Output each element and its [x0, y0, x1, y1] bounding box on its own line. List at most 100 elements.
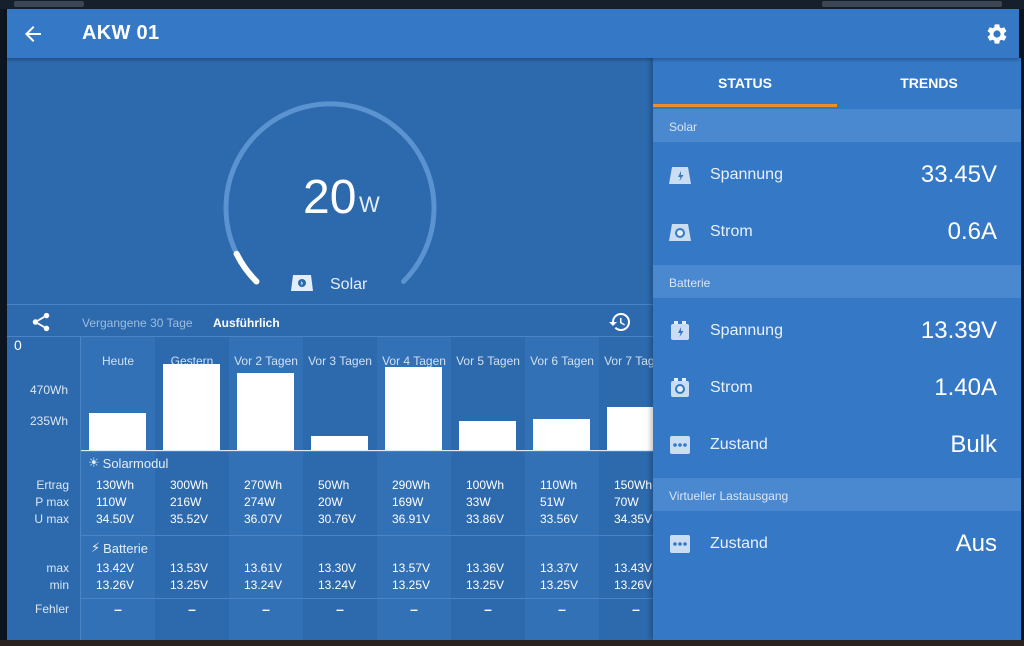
pmax-cell: 51W [540, 495, 565, 509]
row-solar-current[interactable]: Strom 0.6A [653, 203, 1021, 260]
axis-label-mid: 235Wh [30, 414, 69, 428]
yield-bar [163, 364, 220, 450]
share-icon[interactable] [30, 311, 52, 333]
battery-voltage-label: Spannung [710, 322, 783, 339]
gauge-unit: W [359, 192, 380, 217]
battery-max-cell: 13.61V [244, 561, 283, 575]
background-strip [0, 640, 1024, 646]
battery-current-label: Strom [710, 379, 753, 396]
tab-detailed[interactable]: Ausführlich [213, 316, 280, 330]
solar-current-label: Strom [710, 223, 753, 240]
day-header: Vor 3 Tagen [308, 354, 372, 368]
umax-cell: 35.52V [170, 512, 209, 526]
status-tabs: STATUS TRENDS [653, 58, 1021, 107]
error-cell: – [484, 601, 492, 617]
day-column: Vor 5 Tagen 100Wh 33W 33.86V 13.36V 13.25V – [451, 337, 525, 640]
tab-trends[interactable]: TRENDS [837, 75, 1021, 91]
error-section-separator [81, 598, 653, 599]
umax-cell: 33.86V [466, 512, 505, 526]
row-battery-voltage[interactable]: Spannung 13.39V [653, 302, 1021, 359]
day-header: Vor 4 Tagen [382, 354, 446, 368]
left-panel: 20 W Solar Vergangene 30 Tage Ausführlic… [7, 58, 653, 640]
yield-cell: 270Wh [244, 478, 283, 492]
pmax-cell: 169W [392, 495, 424, 509]
row-solar-voltage[interactable]: Spannung 33.45V [653, 146, 1021, 203]
battery-min-cell: 13.26V [614, 578, 653, 592]
yield-cell: 110Wh [540, 478, 578, 492]
umax-cell: 34.35V [614, 512, 653, 526]
error-cell: – [114, 601, 122, 617]
system-status-bar [0, 0, 1024, 9]
axis-label-max: 470Wh [30, 383, 69, 397]
solar-section-separator [81, 451, 653, 452]
tab-past-30-days[interactable]: Vergangene 30 Tage [82, 316, 193, 330]
gauge-fill [233, 250, 260, 285]
battery-section-title: ⚡ Batterie [91, 540, 148, 556]
yield-cell: 300Wh [170, 478, 209, 492]
row-label-battery-max: max [46, 561, 69, 575]
solar-section-label: Solarmodul [102, 455, 169, 471]
solar-voltage-icon [669, 167, 691, 184]
row-label-pmax: P max [35, 495, 69, 509]
sun-icon: ☀ [88, 455, 100, 470]
tab-status[interactable]: STATUS [653, 75, 837, 91]
battery-max-cell: 13.43V [614, 561, 653, 575]
battery-current-icon [671, 378, 689, 397]
pmax-cell: 216W [170, 495, 202, 509]
yield-bar [607, 407, 653, 450]
pmax-cell: 274W [244, 495, 276, 509]
battery-min-cell: 13.24V [244, 578, 283, 592]
row-battery-state[interactable]: Zustand Bulk [653, 416, 1021, 473]
battery-max-cell: 13.36V [466, 561, 505, 575]
active-tab-indicator [653, 104, 837, 107]
error-cell: – [632, 601, 640, 617]
back-arrow-icon[interactable] [21, 22, 45, 46]
history-icon[interactable] [608, 310, 632, 334]
row-battery-current[interactable]: Strom 1.40A [653, 359, 1021, 416]
more-dots-icon [670, 436, 690, 454]
row-labels-column: 470Wh 235Wh Ertrag P max U max max min F… [7, 337, 81, 640]
error-cell: – [188, 601, 196, 617]
umax-cell: 36.91V [392, 512, 431, 526]
day-column: Vor 6 Tagen 110Wh 51W 33.56V 13.37V 13.25V – [525, 337, 599, 640]
solar-section-title: ☀ Solarmodul [88, 455, 168, 471]
load-state-value: Aus [955, 530, 997, 557]
umax-cell: 33.56V [540, 512, 579, 526]
battery-state-label: Zustand [710, 436, 768, 453]
battery-min-cell: 13.25V [392, 578, 431, 592]
page-title: AKW 01 [82, 22, 160, 44]
battery-min-cell: 13.24V [318, 578, 357, 592]
pmax-cell: 20W [318, 495, 343, 509]
pmax-cell: 110W [96, 495, 127, 509]
battery-min-cell: 13.25V [466, 578, 505, 592]
battery-voltage-value: 13.39V [920, 317, 997, 344]
lightning-icon: ⚡ [91, 540, 101, 555]
error-cell: – [262, 601, 270, 617]
status-panel: STATUS TRENDS Solar Spannung 33.45V Stro… [653, 58, 1021, 640]
yield-cell: 130Wh [96, 478, 135, 492]
yield-cell: 50Wh [318, 478, 350, 492]
battery-max-cell: 13.53V [170, 561, 209, 575]
battery-max-cell: 13.30V [318, 561, 357, 575]
yield-bar [533, 419, 590, 450]
history-table: 470Wh 235Wh Ertrag P max U max max min F… [7, 337, 653, 640]
yield-cell: 100Wh [466, 478, 505, 492]
yield-bar [459, 421, 516, 450]
history-toolbar: Vergangene 30 Tage Ausführlich [7, 304, 653, 337]
row-load-state[interactable]: Zustand Aus [653, 515, 1021, 572]
error-cell: – [558, 601, 566, 617]
app-bar: AKW 01 [7, 9, 1019, 58]
battery-section-label: Batterie [103, 540, 148, 556]
yield-bar [237, 373, 294, 450]
battery-min-cell: 13.25V [170, 578, 209, 592]
umax-cell: 30.76V [318, 512, 357, 526]
gear-icon[interactable] [985, 22, 1009, 46]
battery-current-value: 1.40A [934, 374, 997, 401]
more-dots-icon [670, 535, 690, 553]
yield-bar [385, 367, 442, 450]
gauge-label: Solar [330, 276, 368, 293]
day-header: Vor 5 Tagen [456, 354, 520, 368]
row-label-battery-min: min [49, 578, 69, 592]
yield-cell: 150Wh [614, 478, 653, 492]
error-cell: – [336, 601, 344, 617]
